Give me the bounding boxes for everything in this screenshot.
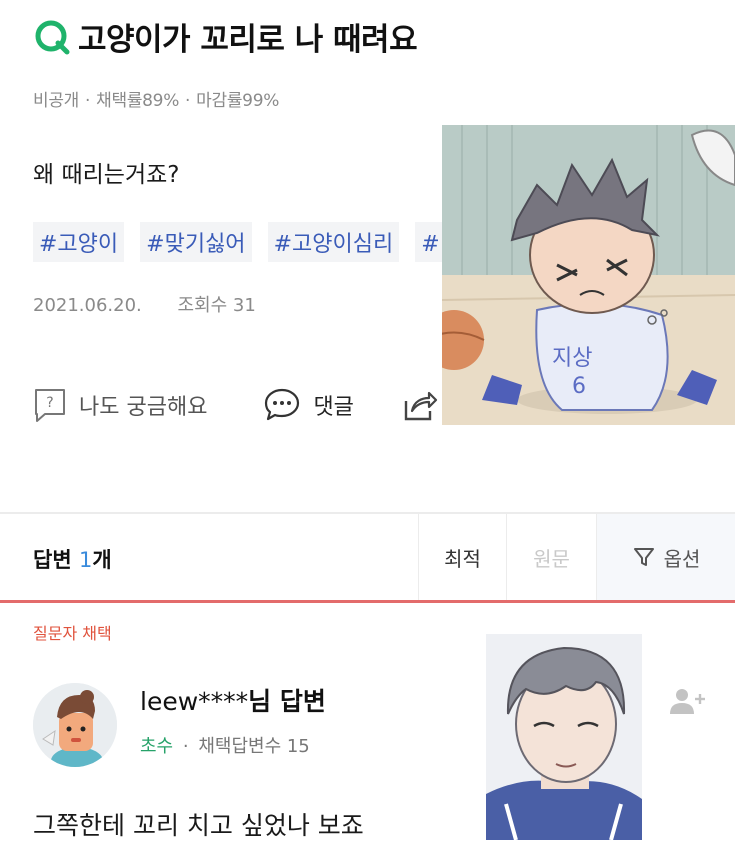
curious-button[interactable]: ? 나도 궁금해요: [33, 386, 207, 424]
q-logo-icon: [35, 20, 70, 54]
adopted-badge: 질문자 채택: [33, 624, 112, 643]
question-meta: 비공개 · 채택률89% · 마감률99%: [33, 91, 280, 111]
options-button[interactable]: 옵션: [596, 514, 735, 600]
answer-suffix: 님 답변: [248, 687, 326, 716]
adopted-count: 채택답변수 15: [198, 736, 310, 757]
options-label: 옵션: [663, 546, 701, 571]
answer-count-number: 1: [78, 548, 93, 572]
question-box-icon: ?: [35, 389, 65, 422]
svg-text:?: ?: [46, 395, 53, 411]
answer-count-unit: 개: [92, 548, 112, 572]
tag-cat-psychology[interactable]: #고양이심리: [267, 222, 400, 262]
comment-button[interactable]: 댓글: [263, 387, 354, 423]
answerer-rank: 초수: [140, 736, 174, 757]
tag-cat[interactable]: #고양이: [33, 222, 125, 262]
comment-bubble-icon: [265, 388, 300, 421]
question-title: 고양이가 꼬리로 나 때려요: [32, 14, 418, 59]
cartoon-boy-image: [486, 634, 642, 840]
answer-body: 그쪽한테 꼬리 치고 싶었나 보죠: [33, 811, 364, 840]
curious-label: 나도 궁금해요: [79, 395, 208, 420]
answers-highlight-line: [0, 600, 735, 603]
answerer-meta: 초수 · 채택답변수 15: [140, 736, 310, 757]
add-person-icon: [670, 689, 705, 714]
comment-label: 댓글: [313, 395, 354, 420]
svg-text:6: 6: [572, 374, 586, 399]
tag-dont-want-hit[interactable]: #맞기싫어: [140, 222, 252, 262]
filter-icon: [633, 548, 654, 566]
answers-header: 답변 1개 최적 원문 옵션: [0, 514, 735, 600]
avatar-character-icon: [33, 683, 117, 767]
tag-list: #고양이 #맞기싫어 #고양이심리 #ㅣ: [33, 222, 466, 262]
post-date: 2021.06.20.: [33, 295, 142, 316]
answer-count-label: 답변 1개: [33, 544, 112, 574]
cartoon-sulking-player-image: 지상 6: [442, 125, 735, 425]
view-count: 조회수 31: [177, 295, 256, 316]
sort-best-tab[interactable]: 최적: [418, 514, 506, 600]
question-actions: ? 나도 궁금해요 댓글: [33, 386, 450, 424]
avatar[interactable]: [33, 683, 117, 767]
sort-original-tab[interactable]: 원문: [506, 514, 596, 600]
question-title-text: 고양이가 꼬리로 나 때려요: [78, 22, 418, 58]
question-body: 왜 때리는거죠?: [33, 162, 180, 188]
privacy-label: 비공개: [33, 91, 80, 111]
answerer-id: leew****: [140, 687, 249, 716]
answers-label: 답변: [33, 548, 72, 572]
follow-user-button[interactable]: [668, 686, 708, 720]
adoption-rate: 채택률89%: [96, 91, 180, 111]
answerer-name[interactable]: leew****님 답변: [140, 682, 326, 718]
share-icon: [404, 391, 438, 421]
close-rate: 마감률99%: [196, 91, 280, 111]
svg-text:지상: 지상: [552, 346, 592, 371]
date-row: 2021.06.20. 조회수 31: [33, 291, 256, 317]
